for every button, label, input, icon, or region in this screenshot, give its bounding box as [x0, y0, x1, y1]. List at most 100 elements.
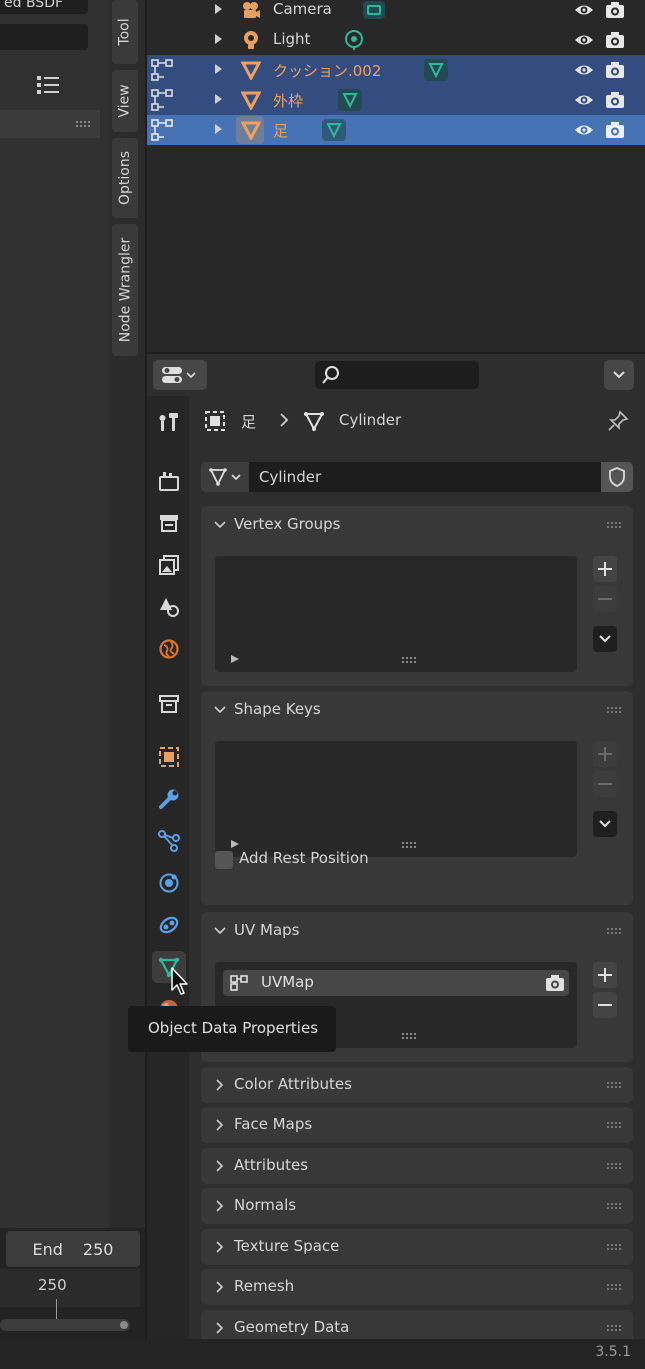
drag-grip-icon[interactable]	[607, 1243, 623, 1251]
tab-options[interactable]: Options	[112, 138, 138, 218]
list-filter-toggle[interactable]	[231, 840, 239, 848]
list-icon[interactable]	[36, 74, 60, 96]
outliner-row-leg[interactable]: 足	[147, 115, 645, 145]
remove-uv-map-button[interactable]	[593, 992, 617, 1018]
tab-constraint-properties[interactable]	[152, 909, 186, 941]
texture-space-panel[interactable]: Texture Space	[201, 1229, 633, 1265]
drag-grip-icon[interactable]	[607, 1283, 623, 1291]
render-camera-icon[interactable]	[605, 60, 625, 80]
outliner-item-name[interactable]: Light	[273, 30, 310, 48]
expand-arrow-icon[interactable]	[215, 34, 222, 44]
fake-user-button[interactable]	[601, 462, 633, 492]
options-dropdown-button[interactable]	[604, 360, 634, 390]
tab-view[interactable]: View	[112, 70, 138, 132]
tab-view-layer-properties[interactable]	[152, 549, 186, 581]
light-data-icon[interactable]	[341, 28, 367, 52]
normals-panel[interactable]: Normals	[201, 1188, 633, 1224]
select-object-icon[interactable]	[150, 88, 174, 112]
uv-map-name[interactable]: UVMap	[261, 973, 314, 991]
eye-icon[interactable]	[574, 61, 594, 79]
tab-collection-properties[interactable]	[152, 688, 186, 720]
vertex-groups-list[interactable]	[215, 556, 577, 672]
shape-keys-header[interactable]: Shape Keys	[201, 691, 633, 729]
editor-type-button[interactable]	[153, 360, 207, 390]
node-editor[interactable]: ed BSDF Tool View Options Node Wrangler …	[0, 0, 145, 1369]
color-attributes-panel[interactable]: Color Attributes	[201, 1067, 633, 1103]
tab-tool-properties[interactable]	[152, 406, 186, 438]
render-camera-icon[interactable]	[605, 120, 625, 140]
outliner-item-name[interactable]: Camera	[273, 0, 332, 18]
outliner-row-outer-frame[interactable]: 外枠	[147, 85, 645, 115]
drag-grip-icon[interactable]	[607, 1202, 623, 1210]
shape-keys-list[interactable]	[215, 741, 577, 857]
render-camera-icon[interactable]	[605, 30, 625, 50]
face-maps-panel[interactable]: Face Maps	[201, 1107, 633, 1143]
active-render-camera-icon[interactable]	[545, 974, 565, 992]
outliner-item-name[interactable]: 足	[273, 120, 288, 141]
node-field[interactable]	[0, 24, 88, 50]
remove-shape-key-button[interactable]	[593, 771, 617, 797]
render-camera-icon[interactable]	[605, 0, 625, 20]
remove-vertex-group-button[interactable]	[593, 586, 617, 612]
outliner-row-cushion[interactable]: クッション.002	[147, 55, 645, 85]
list-resize-grip-icon[interactable]	[402, 841, 418, 849]
expand-arrow-icon[interactable]	[215, 124, 222, 134]
tab-modifier-properties[interactable]	[152, 783, 186, 815]
drag-grip-icon[interactable]	[607, 927, 623, 935]
expand-arrow-icon[interactable]	[215, 94, 222, 104]
tab-object-properties[interactable]	[152, 741, 186, 773]
mesh-name-field[interactable]: Cylinder	[249, 462, 601, 492]
camera-data-icon[interactable]	[361, 0, 387, 22]
drag-grip-icon[interactable]	[607, 706, 623, 714]
tab-tool[interactable]: Tool	[112, 0, 138, 64]
end-frame-field[interactable]: End 250	[6, 1231, 140, 1267]
eye-icon[interactable]	[574, 121, 594, 139]
tab-output-properties[interactable]	[152, 507, 186, 539]
add-uv-map-button[interactable]	[593, 962, 617, 988]
shape-key-specials-button[interactable]	[593, 811, 617, 837]
drag-grip-icon[interactable]	[607, 1081, 623, 1089]
tab-render-properties[interactable]	[152, 465, 186, 497]
search-input[interactable]	[315, 361, 479, 389]
vertex-group-specials-button[interactable]	[593, 626, 617, 652]
sidebar-panel-header[interactable]	[0, 110, 100, 138]
frame-ruler[interactable]: 250	[0, 1269, 140, 1319]
node-label[interactable]: ed BSDF	[0, 0, 88, 14]
add-vertex-group-button[interactable]	[593, 556, 617, 582]
drag-grip-icon[interactable]	[607, 521, 623, 529]
render-camera-icon[interactable]	[605, 90, 625, 110]
mesh-data-icon[interactable]	[423, 58, 449, 82]
geometry-data-panel[interactable]: Geometry Data	[201, 1310, 633, 1339]
attributes-panel[interactable]: Attributes	[201, 1148, 633, 1184]
drag-grip-icon[interactable]	[607, 1162, 623, 1170]
list-resize-grip-icon[interactable]	[402, 1032, 418, 1040]
tab-physics-properties[interactable]	[152, 867, 186, 899]
mesh-data-icon[interactable]	[321, 118, 347, 142]
list-resize-grip-icon[interactable]	[402, 656, 418, 664]
eye-icon[interactable]	[574, 1, 594, 19]
tab-world-properties[interactable]	[152, 633, 186, 665]
select-object-icon[interactable]	[150, 118, 174, 142]
mesh-data-icon[interactable]	[337, 88, 363, 112]
expand-arrow-icon[interactable]	[215, 4, 222, 14]
list-filter-toggle[interactable]	[231, 655, 239, 663]
add-shape-key-button[interactable]	[593, 741, 617, 767]
expand-arrow-icon[interactable]	[215, 64, 222, 74]
eye-icon[interactable]	[574, 91, 594, 109]
eye-icon[interactable]	[574, 31, 594, 49]
outliner-item-name[interactable]: クッション.002	[273, 60, 381, 81]
add-rest-position-checkbox[interactable]	[215, 851, 233, 869]
uv-maps-header[interactable]: UV Maps	[201, 912, 633, 950]
outliner-item-name[interactable]: 外枠	[273, 90, 303, 111]
tab-scene-properties[interactable]	[152, 591, 186, 623]
drag-grip-icon[interactable]	[607, 1121, 623, 1129]
uv-map-item[interactable]: UVMap	[223, 970, 569, 996]
outliner[interactable]: Camera Light クッション.002 外枠 足	[147, 0, 645, 352]
tab-node-wrangler[interactable]: Node Wrangler	[112, 224, 138, 356]
tab-particle-properties[interactable]	[152, 825, 186, 857]
drag-grip-icon[interactable]	[607, 1324, 623, 1332]
select-object-icon[interactable]	[150, 58, 174, 82]
properties-editor[interactable]: 足 Cylinder Cylinder Vertex Groups Shape …	[147, 354, 645, 1339]
drag-grip-icon[interactable]	[76, 120, 92, 128]
scrollbar-thumb[interactable]	[120, 1321, 128, 1329]
